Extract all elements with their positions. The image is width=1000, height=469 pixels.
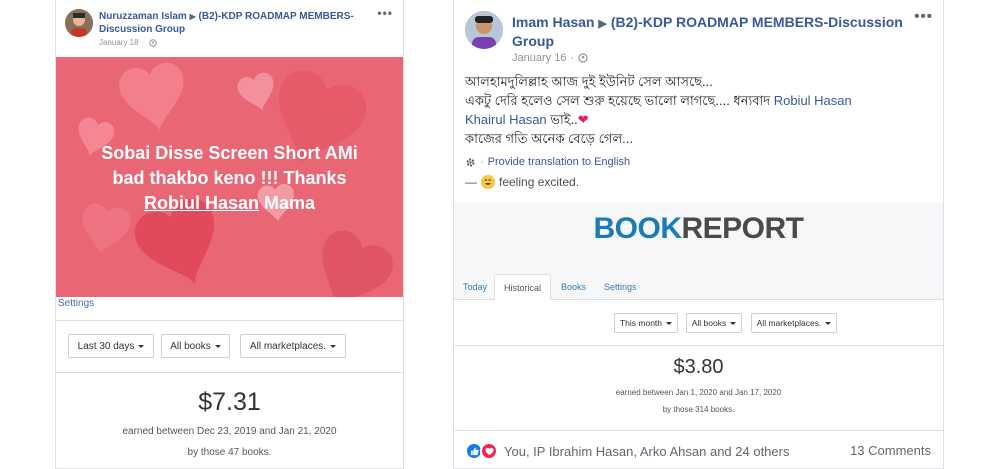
divider: [454, 345, 943, 346]
arrow-right-icon: ▶: [189, 12, 196, 21]
date-text[interactable]: January 18: [99, 38, 139, 47]
book-report-screenshot[interactable]: BOOKREPORT Today Historical Books Settin…: [454, 202, 943, 430]
translate-link[interactable]: Provide translation to English: [488, 156, 630, 168]
gear-icon: [466, 158, 475, 166]
divider: [56, 320, 403, 321]
body-line-3: কাজের গতি অনেক বেড়ে গেল...: [465, 131, 633, 146]
settings-link[interactable]: Settings: [58, 298, 94, 309]
books-dropdown[interactable]: All books: [161, 334, 230, 358]
hero-tail: Mama: [258, 193, 316, 213]
author-name[interactable]: Nuruzzaman Islam: [99, 11, 187, 22]
more-options-icon[interactable]: •••: [377, 6, 393, 20]
caret-down-icon: [138, 344, 145, 348]
avatar[interactable]: [65, 9, 93, 37]
books-dropdown[interactable]: All books: [686, 313, 742, 333]
caret-down-icon: [330, 344, 337, 348]
avatar[interactable]: [465, 11, 503, 49]
caret-down-icon: [730, 321, 737, 325]
mention-link[interactable]: Khairul Hasan: [465, 112, 547, 127]
earned-range: earned between Dec 23, 2019 and Jan 21, …: [122, 426, 337, 437]
post-author-line: Imam Hasan ▶ (B2)-KDP ROADMAP MEMBERS-Di…: [512, 13, 912, 50]
left-post: Nuruzzaman Islam ▶ (B2)-KDP ROADMAP MEMB…: [55, 0, 404, 469]
caret-down-icon: [214, 344, 221, 348]
markets-value: All marketplaces.: [756, 318, 822, 328]
more-options-icon[interactable]: •••: [914, 8, 933, 25]
translation-row: · Provide translation to English: [465, 156, 630, 168]
period-dropdown[interactable]: Last 30 days: [68, 334, 154, 358]
hero-line-1: Sobai Disse Screen Short AMi: [101, 143, 358, 163]
books-count: by those 314 books.: [662, 405, 735, 414]
books-value: All books: [170, 340, 211, 352]
post-body: আলহামদুলিল্লাহ আজ দুই ইউনিট সেল আসছে... …: [465, 72, 935, 148]
earned-range: earned between Jan 1, 2020 and Jan 17, 2…: [615, 388, 782, 397]
divider: [56, 372, 403, 373]
reaction-names[interactable]: You, IP Ibrahim Hasan, Arko Ahsan and 24…: [504, 444, 789, 459]
tab-historical[interactable]: Historical: [494, 274, 552, 300]
hero-caption: Sobai Disse Screen Short AMi bad thakbo …: [56, 141, 403, 216]
right-post: Imam Hasan ▶ (B2)-KDP ROADMAP MEMBERS-Di…: [453, 0, 944, 469]
tab-settings[interactable]: Settings: [595, 274, 646, 300]
tab-books[interactable]: Books: [552, 274, 595, 300]
date-text[interactable]: January 16: [512, 52, 566, 64]
body-text-part: একটু দেরি হলেও সেল শুরু হয়েছে ভালো লাগছ…: [465, 93, 774, 108]
earnings-amount: $7.31: [198, 388, 261, 416]
post-date: January 18 ·: [99, 38, 157, 47]
caret-down-icon: [825, 321, 832, 325]
dot-separator: ·: [570, 52, 575, 64]
hero-line-3: Robiul Hasan Mama: [56, 191, 403, 216]
marketplaces-dropdown[interactable]: All marketplaces.: [751, 313, 837, 333]
arrow-right-icon: ▶: [598, 18, 607, 30]
body-line-2: একটু দেরি হলেও সেল শুরু হয়েছে ভালো লাগছ…: [465, 91, 935, 129]
feeling-text: feeling excited.: [499, 175, 580, 189]
feeling-dash: —: [465, 175, 477, 189]
period-value: Last 30 days: [77, 340, 135, 352]
logo-report: REPORT: [681, 212, 804, 245]
markets-value: All marketplaces.: [249, 340, 327, 352]
books-value: All books: [691, 318, 727, 328]
heart-emoji-icon: ❤: [577, 112, 589, 127]
excited-emoji-icon: [481, 175, 495, 189]
post-footer: You, IP Ibrahim Hasan, Arko Ahsan and 24…: [454, 430, 943, 469]
post-image[interactable]: Sobai Disse Screen Short AMi bad thakbo …: [56, 57, 403, 297]
report-tabs: Today Historical Books Settings: [454, 274, 943, 300]
period-value: This month: [619, 318, 663, 328]
body-text-part: ভাই..: [546, 112, 578, 127]
body-line-1: আলহামদুলিল্লাহ আজ দুই ইউনিট সেল আসছে...: [465, 74, 713, 89]
dot-separator: ·: [480, 156, 484, 168]
mention-link[interactable]: Robiul Hasan: [774, 93, 852, 108]
comments-count[interactable]: 13 Comments: [850, 443, 931, 458]
post-date: January 16 ·: [512, 52, 588, 64]
caret-down-icon: [666, 321, 673, 325]
marketplaces-dropdown[interactable]: All marketplaces.: [240, 334, 346, 358]
post-author-line: Nuruzzaman Islam ▶ (B2)-KDP ROADMAP MEMB…: [99, 10, 369, 36]
hero-line-2: bad thakbo keno !!! Thanks: [112, 168, 347, 188]
tab-today[interactable]: Today: [454, 274, 496, 300]
dot-separator: ·: [142, 38, 146, 47]
logo-book: BOOK: [593, 212, 682, 245]
feeling-row: — feeling excited.: [465, 175, 579, 189]
reactions-summary[interactable]: You, IP Ibrahim Hasan, Arko Ahsan and 24…: [465, 442, 789, 460]
book-report-logo: BOOKREPORT: [454, 212, 943, 246]
group-audience-icon: [578, 53, 588, 63]
earnings-amount: $3.80: [673, 356, 724, 378]
love-icon: [480, 442, 498, 460]
group-audience-icon: [149, 38, 157, 47]
books-count: by those 47 books.: [187, 447, 272, 458]
period-dropdown[interactable]: This month: [614, 313, 678, 333]
author-name[interactable]: Imam Hasan: [512, 14, 594, 30]
hero-mention: Robiul Hasan: [143, 193, 259, 213]
